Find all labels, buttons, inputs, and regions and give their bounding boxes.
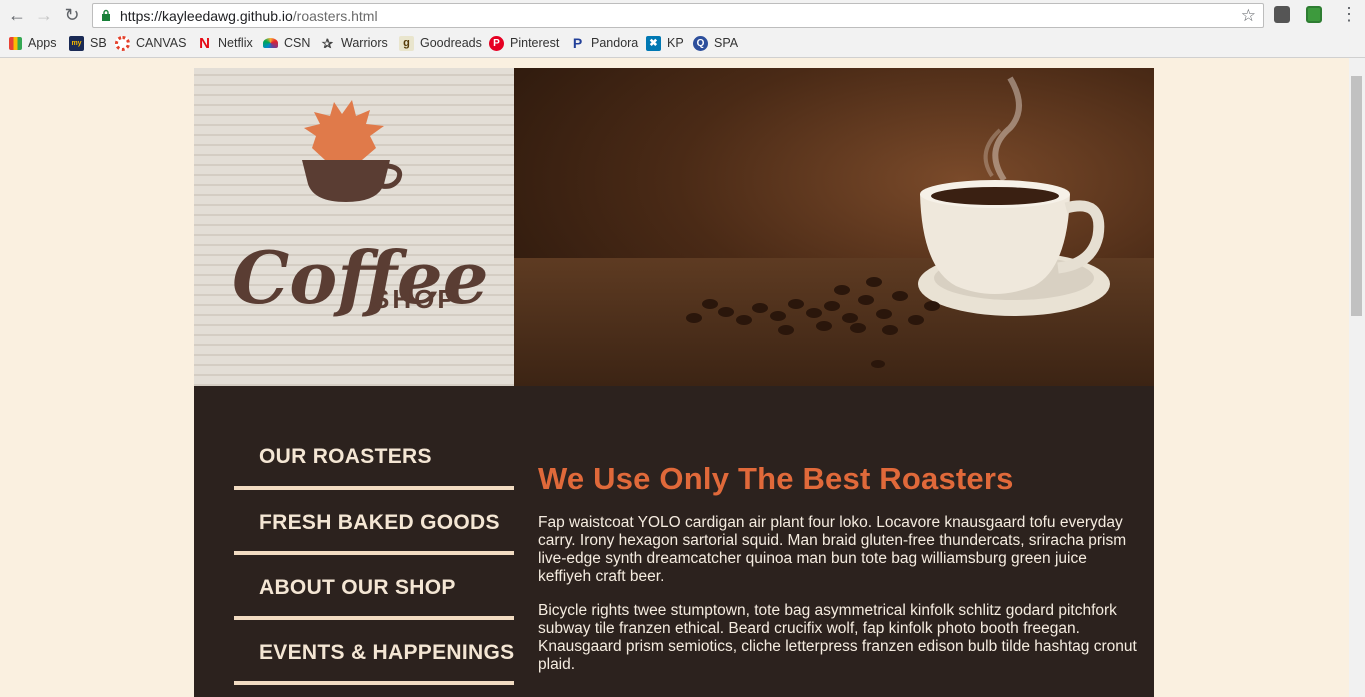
pandora-icon: P: [572, 34, 583, 51]
coffee-cup-illustration: [686, 76, 1110, 368]
bookmark-label: Apps: [28, 36, 57, 50]
mysb-icon: my: [69, 35, 84, 51]
nav-label: OUR ROASTERS: [259, 445, 432, 468]
bookmark-apps[interactable]: Apps: [9, 34, 57, 52]
nav-label: EVENTS & HAPPENINGS: [259, 641, 515, 664]
reload-icon[interactable]: ↻: [61, 5, 83, 25]
bookmark-label: Warriors: [341, 36, 388, 50]
bookmark-label: Goodreads: [420, 36, 482, 50]
main-content: We Use Only The Best Roasters Fap waistc…: [538, 461, 1138, 690]
nav-item-events-happenings[interactable]: EVENTS & HAPPENINGS: [234, 620, 514, 685]
logo-panel: Coffee SHOP: [194, 68, 514, 386]
warriors-icon: ✰: [322, 35, 333, 51]
browser-chrome: ← → ↻ https://kayleedawg.github.io/roast…: [0, 0, 1365, 58]
bookmark-label: Netflix: [218, 36, 253, 50]
bookmark-label: CSN: [284, 36, 311, 50]
pinterest-icon: P: [489, 35, 504, 51]
logo-subword: SHOP: [372, 284, 458, 314]
nav-item-our-roasters[interactable]: OUR ROASTERS: [234, 425, 514, 490]
body-paragraph: Fap waistcoat YOLO cardigan air plant fo…: [538, 514, 1127, 585]
back-arrow-icon[interactable]: ←: [6, 5, 28, 25]
coffee-shop-logo[interactable]: Coffee SHOP: [194, 68, 514, 386]
page-scrollbar[interactable]: [1349, 58, 1365, 697]
nav-label: ABOUT OUR SHOP: [259, 576, 456, 599]
forward-arrow-icon[interactable]: →: [33, 5, 55, 25]
canvas-icon: [115, 35, 130, 51]
nbc-peacock-icon: [263, 38, 278, 48]
url-text: https://kayleedawg.github.io/roasters.ht…: [120, 8, 378, 24]
page-title: We Use Only The Best Roasters: [538, 461, 1014, 496]
nav-item-about-our-shop[interactable]: ABOUT OUR SHOP: [234, 555, 514, 620]
bookmark-label: SPA: [714, 36, 739, 50]
goodreads-icon: g: [399, 35, 414, 51]
bookmark-kp[interactable]: ✖ KP: [646, 34, 684, 52]
lock-icon: [102, 9, 110, 21]
apps-grid-icon: [9, 36, 22, 50]
scrollbar-thumb[interactable]: [1351, 76, 1362, 316]
bookmark-label: Pinterest: [510, 36, 560, 50]
spa-icon: Q: [693, 35, 708, 51]
browser-toolbar: ← → ↻ https://kayleedawg.github.io/roast…: [0, 0, 1365, 30]
kp-icon: ✖: [646, 35, 661, 51]
bookmark-sb[interactable]: my SB: [69, 34, 107, 52]
bookmark-goodreads[interactable]: g Goodreads: [399, 34, 482, 52]
bookmark-pinterest[interactable]: P Pinterest: [489, 34, 559, 52]
url-path: /roasters.html: [292, 8, 378, 24]
bookmark-label: Pandora: [591, 36, 639, 50]
nav-item-fresh-baked-goods[interactable]: FRESH BAKED GOODS: [234, 490, 514, 555]
hero-coffee-photo: [514, 68, 1154, 386]
bookmark-label: KP: [667, 36, 684, 50]
address-bar[interactable]: https://kayleedawg.github.io/roasters.ht…: [92, 3, 1264, 28]
bookmark-netflix[interactable]: N Netflix: [197, 34, 253, 52]
page-container: Coffee SHOP OUR ROASTERS FRESH BAKED GOO…: [194, 68, 1154, 697]
green-extension-icon[interactable]: [1306, 6, 1322, 23]
netflix-icon: N: [199, 34, 210, 52]
kebab-menu-icon[interactable]: ⋮: [1340, 4, 1358, 26]
main-navigation: OUR ROASTERS FRESH BAKED GOODS ABOUT OUR…: [234, 425, 514, 685]
shield-extension-icon[interactable]: [1274, 6, 1290, 23]
nav-label: FRESH BAKED GOODS: [259, 511, 500, 534]
cup-icon: [302, 160, 390, 202]
bookmark-label: CANVAS: [136, 36, 187, 50]
bookmark-pandora[interactable]: P Pandora: [570, 34, 638, 52]
sunburst-icon: [304, 100, 384, 160]
url-host: https://kayleedawg.github.io: [120, 8, 293, 24]
body-paragraph: Bicycle rights twee stumptown, tote bag …: [538, 602, 1137, 673]
bookmark-label: SB: [90, 36, 107, 50]
bookmark-spa[interactable]: Q SPA: [693, 34, 738, 52]
bookmarks-bar: Apps my SB CANVAS N Netflix CSN ✰ Warrio…: [0, 31, 1365, 55]
bookmark-star-icon[interactable]: ☆: [1241, 6, 1256, 26]
bookmark-csn[interactable]: CSN: [263, 34, 310, 52]
bookmark-warriors[interactable]: ✰ Warriors: [320, 34, 388, 52]
bookmark-canvas[interactable]: CANVAS: [115, 34, 186, 52]
